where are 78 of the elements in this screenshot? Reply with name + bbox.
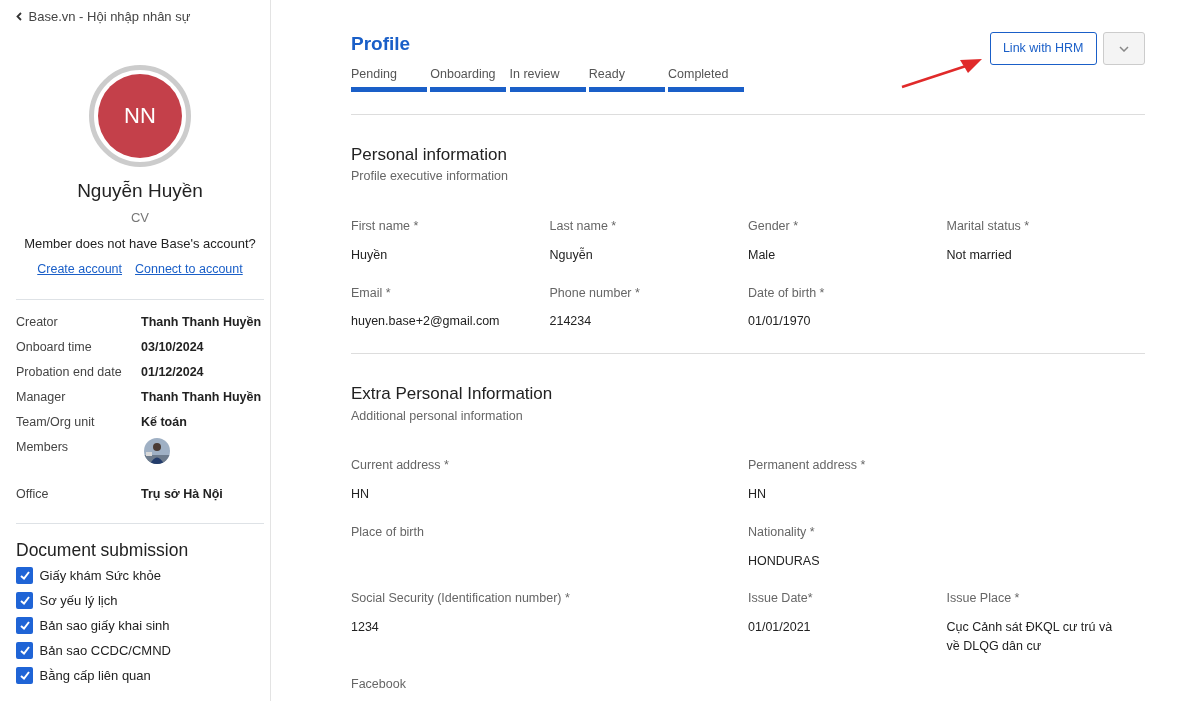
section-title: Personal information [351,143,508,166]
field-label: Social Security (Identification number) * [351,590,571,608]
document-label: Bản sao CCDC/CMND [39,641,171,660]
field-label: Marital status * [946,218,1031,235]
detail-label: Manager [16,388,67,406]
check-icon [19,670,30,680]
detail-label: Office [16,485,50,503]
check-icon [19,595,30,605]
detail-value: 01/12/2024 [141,363,204,381]
field-label: Issue Date* [748,590,814,608]
check-icon [19,645,30,655]
field-value: Not married [946,246,1013,264]
account-link[interactable]: Create account [37,260,123,279]
field-label: Current address * [351,457,450,475]
detail-label: Members [16,438,70,456]
field-label: Permanent address * [748,457,867,475]
stage-label: Onboarding [430,66,497,83]
link-button[interactable]: Link with HRM [989,32,1097,65]
field-value: Cục Cảnh sát ĐKQL cư trú và về DLQG dân cư [946,619,1114,655]
field-label: Nationality * [748,523,816,541]
stage-label: Ready [588,66,626,83]
field-value: HN [351,486,371,503]
back-link[interactable]: Base.vn - Hội nhập nhân sự [16,0,264,27]
document-label: Bản sao giấy khai sinh [39,616,170,635]
check-icon [19,620,30,630]
section-title: Extra Personal Information [351,383,554,405]
stage-label: Pending [351,66,398,83]
document-label: Bằng cấp liên quan [39,666,151,685]
field-label: Facebook [351,675,407,693]
field-label: Issue Place * [946,590,1021,608]
field-value: Nguyễn [549,246,594,264]
check-icon [19,570,30,580]
checkbox[interactable] [16,616,33,634]
field-label: Last name * [549,218,618,235]
account-link[interactable]: Connect to account [135,260,243,279]
field-value: Huyền [351,246,389,264]
detail-value: 03/10/2024 [141,338,204,356]
document-label: Sơ yếu lý lịch [39,591,118,610]
field-value: HONDURAS [748,552,821,570]
field-label: Phone number * [549,284,641,302]
field-value: 01/01/1970 [748,313,812,331]
field-value: Male [748,246,777,264]
chevron-down-icon [1119,45,1129,52]
detail-value: Trụ sở Hà Nội [141,485,223,503]
field-label: Date of birth * [748,284,826,302]
field-label: Email * [351,284,392,302]
detail-label: Probation end date [16,363,123,381]
field-label: Gender * [748,218,800,235]
detail-value: Thanh Thanh Huyền [141,313,262,331]
back-icon [16,12,22,22]
section-subtitle: Profile executive information [351,168,510,186]
member-name: Nguyễn Huyền [76,178,204,203]
avatar: NN [98,73,182,158]
field-value: 1234 [351,619,380,636]
detail-value: Thanh Thanh Huyền [141,388,262,406]
field-label: Place of birth [351,523,425,541]
field-value: HN [748,486,768,503]
back-link-label: Base.vn - Hội nhập nhân sự [28,8,191,26]
detail-label: Creator [16,313,59,331]
section-subtitle: Additional personal information [351,407,524,425]
section-title: Document submission [16,538,190,562]
field-value: 01/01/2021 [748,619,812,636]
detail-label: Team/Org unit [16,413,96,431]
member-position: CV [129,209,151,228]
stage-label: In review [509,66,561,83]
detail-label: Onboard time [16,338,93,356]
checkbox[interactable] [16,566,33,584]
checkbox[interactable] [16,641,33,659]
field-label: First name * [351,218,420,235]
checkbox[interactable] [16,591,33,609]
detail-value: Kế toán [141,413,187,431]
document-label: Giấy khám Sức khỏe [39,566,161,585]
field-value: huyen.base+2@gmail.com [351,313,501,331]
page-title: Profile [351,32,412,56]
checkbox[interactable] [16,666,33,684]
field-value: 214234 [549,313,593,331]
stage-label: Completed [668,66,730,83]
account-prompt: Member does not have Base's account? [23,235,257,254]
